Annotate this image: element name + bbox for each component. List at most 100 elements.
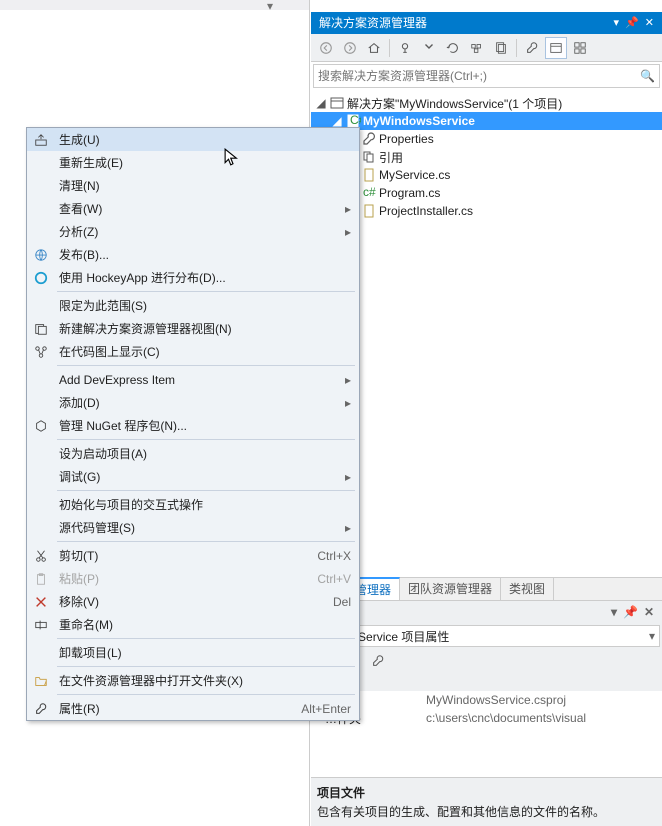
menu-codemap[interactable]: 在代码图上显示(C) — [27, 340, 359, 363]
home-button[interactable] — [363, 37, 385, 59]
wrench-icon[interactable] — [367, 650, 389, 672]
solution-label: 解决方案"MyWindowsService"(1 个项目) — [347, 95, 562, 112]
close-icon[interactable]: ✕ — [644, 601, 654, 623]
wrench-icon — [27, 702, 55, 716]
references-icon — [361, 149, 377, 165]
menu-add[interactable]: 添加(D)▸ — [27, 391, 359, 414]
solution-icon — [329, 95, 345, 111]
solution-tree: ◢ 解决方案"MyWindowsService"(1 个项目) ◢ C# MyW… — [311, 90, 662, 224]
cs-file-icon — [361, 203, 377, 219]
show-all-button[interactable] — [490, 37, 512, 59]
pin-icon[interactable]: 📌 — [625, 12, 639, 34]
menu-rebuild[interactable]: 重新生成(E) — [27, 151, 359, 174]
svg-text:c#: c# — [363, 185, 376, 199]
menu-paste: 粘贴(P)Ctrl+V — [27, 567, 359, 590]
submenu-arrow-icon: ▸ — [345, 396, 351, 410]
menu-startup[interactable]: 设为启动项目(A) — [27, 442, 359, 465]
properties-object-combo[interactable]: …dowsService 项目属性 ▾ — [313, 625, 660, 647]
project-node[interactable]: ◢ C# MyWindowsService — [311, 112, 662, 130]
svg-text:C#: C# — [350, 113, 361, 127]
properties-button[interactable] — [521, 37, 543, 59]
refresh-button[interactable] — [442, 37, 464, 59]
tree-expander-icon[interactable]: ◢ — [315, 97, 327, 109]
cs-file-icon — [361, 167, 377, 183]
references-label: 引用 — [379, 149, 403, 166]
submenu-arrow-icon: ▸ — [345, 470, 351, 484]
pending-button[interactable] — [418, 37, 440, 59]
solution-toolbar — [311, 34, 662, 62]
panel-title-bar: 解决方案资源管理器 ▾ 📌 ✕ — [311, 12, 662, 34]
file-label: Program.cs — [379, 186, 440, 200]
dropdown-icon[interactable]: ▾ — [267, 0, 281, 7]
tab-class-view[interactable]: 类视图 — [501, 578, 554, 600]
submenu-arrow-icon: ▸ — [345, 521, 351, 535]
menu-new-view[interactable]: 新建解决方案资源管理器视图(N) — [27, 317, 359, 340]
back-button[interactable] — [315, 37, 337, 59]
property-value: c:\users\cnc\documents\visual — [426, 711, 662, 725]
property-row[interactable]: …件夹 c:\users\cnc\documents\visual — [311, 709, 662, 727]
search-input[interactable] — [318, 69, 640, 83]
publish-icon — [27, 248, 55, 262]
paste-icon — [27, 572, 55, 586]
menu-rename[interactable]: 重命名(M) — [27, 613, 359, 636]
submenu-arrow-icon: ▸ — [345, 225, 351, 239]
scope-button[interactable] — [394, 37, 416, 59]
rename-icon — [27, 618, 55, 632]
panel-menu-icon[interactable]: ▾ — [611, 601, 617, 623]
view-class-button[interactable] — [569, 37, 591, 59]
menu-open-folder[interactable]: 在文件资源管理器中打开文件夹(X) — [27, 669, 359, 692]
property-value: MyWindowsService.csproj — [426, 693, 662, 707]
menu-debug[interactable]: 调试(G)▸ — [27, 465, 359, 488]
build-icon — [27, 133, 55, 147]
collapse-button[interactable] — [466, 37, 488, 59]
nuget-icon — [27, 419, 55, 433]
property-category[interactable]: ⊟…件 — [311, 673, 662, 691]
solution-node[interactable]: ◢ 解决方案"MyWindowsService"(1 个项目) — [311, 94, 662, 112]
shortcut-label: Alt+Enter — [301, 702, 351, 716]
cut-icon — [27, 549, 55, 563]
property-row[interactable]: …件 MyWindowsService.csproj — [311, 691, 662, 709]
references-node[interactable]: ▷ 引用 — [311, 148, 662, 166]
menu-clean[interactable]: 清理(N) — [27, 174, 359, 197]
properties-panel: 属性 ▾ 📌 ✕ …dowsService 项目属性 ▾ A ⊟…件 …件 My… — [311, 600, 662, 826]
properties-node[interactable]: ▷ Properties — [311, 130, 662, 148]
menu-properties[interactable]: 属性(R)Alt+Enter — [27, 697, 359, 720]
preview-button[interactable] — [545, 37, 567, 59]
menu-view[interactable]: 查看(W)▸ — [27, 197, 359, 220]
file-node[interactable]: ▷ ProjectInstaller.cs — [311, 202, 662, 220]
panel-menu-icon[interactable]: ▾ — [614, 12, 620, 34]
file-node[interactable]: ▷ MyService.cs — [311, 166, 662, 184]
file-label: ProjectInstaller.cs — [379, 204, 473, 218]
close-icon[interactable]: ✕ — [645, 12, 654, 34]
menu-interactive[interactable]: 初始化与项目的交互式操作 — [27, 493, 359, 516]
panel-title: 解决方案资源管理器 — [319, 12, 427, 34]
search-icon[interactable]: 🔍 — [640, 69, 655, 83]
shortcut-label: Ctrl+V — [317, 572, 351, 586]
menu-hockeyapp[interactable]: 使用 HockeyApp 进行分布(D)... — [27, 266, 359, 289]
file-node[interactable]: ▷ c# Program.cs — [311, 184, 662, 202]
menu-build[interactable]: 生成(U) — [27, 128, 359, 151]
tree-expander-icon[interactable]: ◢ — [331, 115, 343, 127]
properties-label: Properties — [379, 132, 434, 146]
forward-button[interactable] — [339, 37, 361, 59]
menu-scope[interactable]: 限定为此范围(S) — [27, 294, 359, 317]
remove-icon — [27, 595, 55, 609]
menu-remove[interactable]: 移除(V)Del — [27, 590, 359, 613]
new-view-icon — [27, 322, 55, 336]
search-box[interactable]: 🔍 — [313, 64, 660, 88]
menu-cut[interactable]: 剪切(T)Ctrl+X — [27, 544, 359, 567]
menu-nuget[interactable]: 管理 NuGet 程序包(N)... — [27, 414, 359, 437]
property-desc-body: 包含有关项目的生成、配置和其他信息的文件的名称。 — [317, 803, 656, 820]
shortcut-label: Del — [333, 595, 351, 609]
menu-analyze[interactable]: 分析(Z)▸ — [27, 220, 359, 243]
hockeyapp-icon — [27, 271, 55, 285]
menu-devexpress[interactable]: Add DevExpress Item▸ — [27, 368, 359, 391]
menu-scm[interactable]: 源代码管理(S)▸ — [27, 516, 359, 539]
chevron-down-icon: ▾ — [649, 629, 655, 643]
pin-icon[interactable]: 📌 — [623, 601, 638, 623]
menu-publish[interactable]: 发布(B)... — [27, 243, 359, 266]
submenu-arrow-icon: ▸ — [345, 373, 351, 387]
tab-team-explorer[interactable]: 团队资源管理器 — [400, 578, 501, 600]
menu-unload[interactable]: 卸载项目(L) — [27, 641, 359, 664]
file-label: MyService.cs — [379, 168, 450, 182]
